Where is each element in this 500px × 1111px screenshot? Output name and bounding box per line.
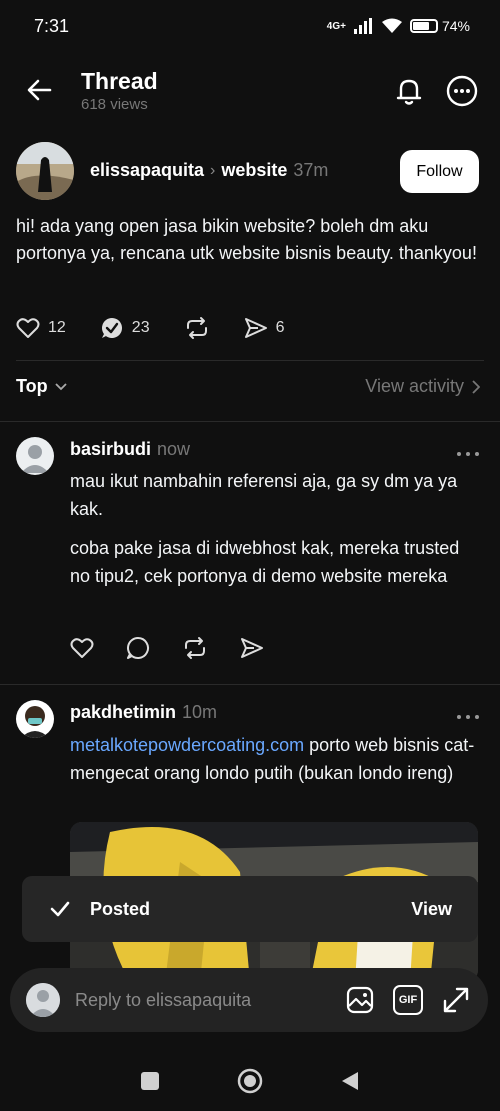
toast-message: Posted bbox=[90, 898, 151, 919]
more-dots-icon bbox=[457, 452, 479, 456]
wifi-icon bbox=[381, 18, 402, 33]
image-button[interactable] bbox=[344, 984, 376, 1016]
more-dots-icon bbox=[457, 715, 479, 719]
reply-count: 23 bbox=[131, 319, 150, 336]
more-options-button[interactable] bbox=[445, 74, 479, 108]
reply-time: 10m bbox=[182, 702, 218, 722]
reply-header: pakdhetimin 10m bbox=[70, 702, 217, 723]
page-title: Thread bbox=[81, 68, 158, 94]
share-button[interactable] bbox=[240, 637, 264, 659]
gif-label: GIF bbox=[398, 994, 418, 1006]
default-avatar-icon bbox=[26, 983, 60, 1017]
send-icon bbox=[244, 318, 267, 338]
repost-icon bbox=[185, 637, 205, 659]
divider bbox=[0, 684, 500, 685]
expand-button[interactable] bbox=[440, 984, 472, 1016]
repost-icon bbox=[186, 317, 207, 339]
reply-input[interactable] bbox=[75, 989, 328, 1011]
signal-icon bbox=[353, 18, 372, 34]
bell-icon bbox=[396, 79, 422, 105]
reply-more-button[interactable] bbox=[456, 444, 480, 456]
image-icon bbox=[346, 986, 374, 1014]
reply-avatar[interactable] bbox=[16, 437, 54, 475]
heart-icon bbox=[16, 318, 40, 338]
view-count: 618 views bbox=[81, 96, 148, 113]
view-activity-link[interactable]: View activity bbox=[365, 376, 480, 397]
chevron-right-icon bbox=[472, 379, 480, 394]
post-text: hi! ada yang open jasa bikin website? bo… bbox=[16, 216, 477, 263]
reply-paragraph: coba pake jasa di idwebhost kak, mereka … bbox=[70, 538, 460, 586]
check-icon bbox=[50, 901, 70, 917]
share-count: 6 bbox=[275, 319, 285, 336]
system-nav-bar bbox=[0, 1050, 500, 1111]
status-bar: 7:31 4G+ 74% bbox=[0, 0, 500, 52]
status-time: 7:31 bbox=[34, 15, 70, 36]
battery-indicator: 74% bbox=[409, 18, 470, 34]
battery-icon bbox=[409, 19, 438, 33]
reply-more-button[interactable] bbox=[456, 707, 480, 719]
reply-composer: GIF bbox=[10, 968, 488, 1032]
replied-check-icon bbox=[101, 318, 122, 338]
notifications-button[interactable] bbox=[392, 74, 426, 108]
reply-paragraph: metalkotepowdercoating.com porto web bis… bbox=[70, 731, 482, 787]
reply-link[interactable]: metalkotepowdercoating.com bbox=[70, 735, 304, 755]
default-avatar-icon bbox=[21, 445, 49, 473]
back-arrow-icon bbox=[27, 79, 52, 101]
avatar-photo bbox=[21, 706, 49, 738]
network-label: 4G+ bbox=[326, 20, 346, 32]
reply-paragraph: mau ikut nambahin referensi aja, ga sy d… bbox=[70, 471, 458, 519]
chevron-down-icon[interactable] bbox=[54, 382, 68, 392]
view-activity-label: View activity bbox=[365, 376, 464, 396]
follow-button[interactable]: Follow bbox=[400, 150, 479, 193]
repost-button[interactable] bbox=[184, 316, 210, 340]
gif-icon: GIF bbox=[393, 985, 423, 1015]
like-count: 12 bbox=[48, 319, 66, 336]
posted-toast: Posted View bbox=[22, 876, 478, 942]
reply-button[interactable]: 23 bbox=[100, 316, 150, 340]
post-meta: elissapaquita › website 37m bbox=[90, 160, 328, 181]
post-time: 37m bbox=[293, 160, 329, 180]
thread-header: Thread 618 views bbox=[0, 60, 500, 120]
post-username[interactable]: elissapaquita bbox=[90, 160, 204, 181]
battery-percent: 74% bbox=[441, 18, 470, 34]
back-nav-button[interactable] bbox=[339, 1070, 361, 1092]
recents-button[interactable] bbox=[139, 1070, 161, 1092]
heart-icon bbox=[70, 638, 94, 658]
comment-icon bbox=[127, 637, 149, 659]
divider bbox=[16, 360, 484, 361]
home-button[interactable] bbox=[236, 1067, 264, 1095]
post-topic[interactable]: website bbox=[221, 160, 287, 181]
toast-view-button[interactable]: View bbox=[411, 899, 452, 920]
repost-button[interactable] bbox=[182, 636, 208, 660]
reply-avatar[interactable] bbox=[16, 700, 54, 738]
reply-actions bbox=[70, 636, 264, 660]
send-icon bbox=[241, 638, 263, 658]
like-button[interactable]: 12 bbox=[16, 317, 66, 339]
share-button[interactable]: 6 bbox=[244, 317, 285, 339]
avatar-photo bbox=[16, 142, 74, 200]
post-author-avatar[interactable] bbox=[16, 142, 74, 200]
sort-bar: Top View activity bbox=[16, 376, 480, 397]
more-circle-icon bbox=[446, 75, 478, 107]
reply-username[interactable]: basirbudi bbox=[70, 439, 151, 460]
reply-time: now bbox=[157, 439, 191, 459]
reply-text: metalkotepowdercoating.com porto web bis… bbox=[70, 731, 482, 787]
status-icons: 4G+ 74% bbox=[327, 18, 470, 34]
expand-icon bbox=[443, 987, 469, 1013]
post-actions: 12 23 6 bbox=[16, 316, 285, 340]
composer-avatar bbox=[26, 983, 60, 1017]
reply-text: mau ikut nambahin referensi aja, ga sy d… bbox=[70, 467, 482, 590]
comment-button[interactable] bbox=[126, 636, 150, 660]
reply-header: basirbudi now bbox=[70, 439, 190, 460]
chevron-right-icon: › bbox=[210, 161, 216, 179]
sort-dropdown[interactable]: Top bbox=[16, 376, 48, 397]
reply-username[interactable]: pakdhetimin bbox=[70, 702, 176, 723]
divider bbox=[0, 421, 500, 422]
gif-button[interactable]: GIF bbox=[392, 984, 424, 1016]
back-button[interactable] bbox=[24, 74, 56, 106]
like-button[interactable] bbox=[70, 637, 94, 659]
